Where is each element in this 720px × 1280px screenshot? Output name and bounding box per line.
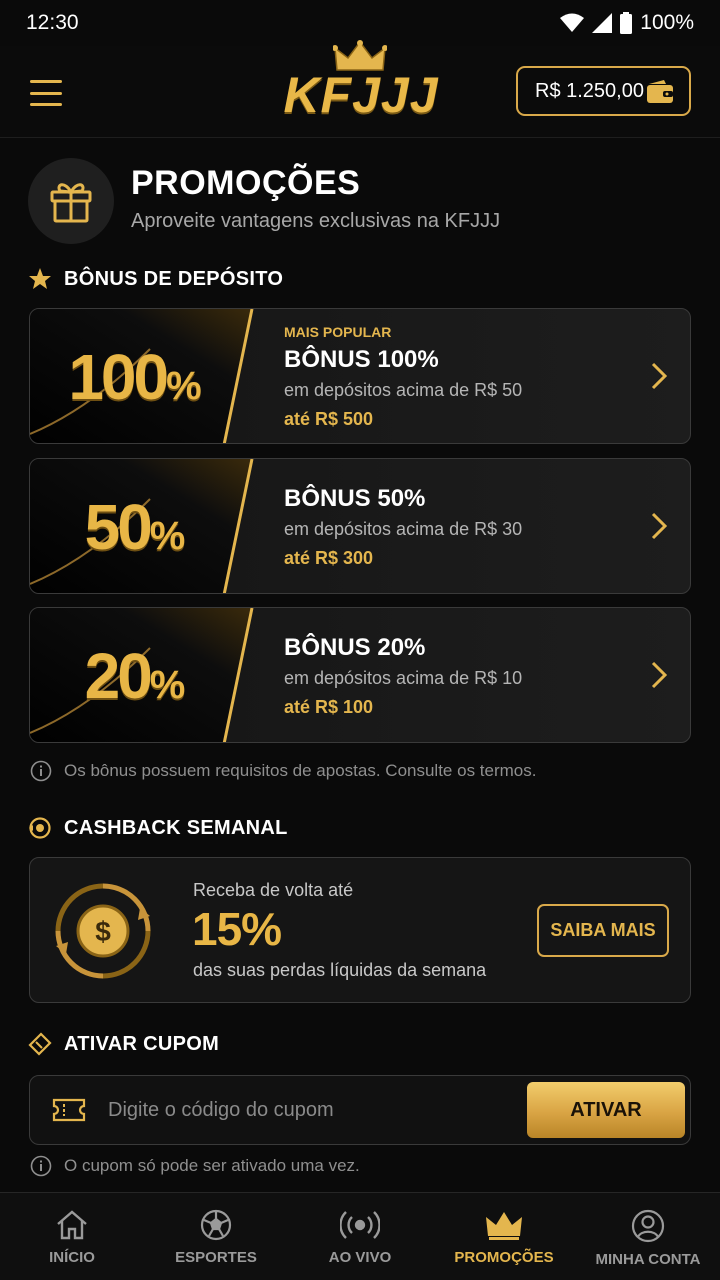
page-title: PROMOÇÕES xyxy=(131,164,361,202)
nav-label: INÍCIO xyxy=(49,1249,95,1266)
star-icon xyxy=(29,268,51,289)
user-icon xyxy=(631,1209,665,1243)
bonus-card-20[interactable]: 20% BÔNUS 20% em depósitos acima de R$ 1… xyxy=(29,607,691,743)
crown-icon xyxy=(486,1212,522,1240)
coupon-input[interactable] xyxy=(108,1086,518,1134)
cashback-icon xyxy=(29,817,51,839)
battery-level: 100% xyxy=(640,11,694,34)
signal-icon xyxy=(592,13,613,33)
chevron-right-icon xyxy=(651,661,668,689)
bonus-card-50[interactable]: 50% BÔNUS 50% em depósitos acima de R$ 3… xyxy=(29,458,691,594)
cashback-section-title: CASHBACK SEMANAL xyxy=(28,816,288,840)
cashback-percent: 15% xyxy=(192,903,282,955)
page-subtitle: Aproveite vantagens exclusivas na KFJJJ xyxy=(131,210,501,232)
cashback-coin-icon: $ xyxy=(55,883,151,979)
bonus-name: BÔNUS 20% xyxy=(284,634,426,661)
menu-bar xyxy=(30,91,62,95)
nav-label: PROMOÇÕES xyxy=(454,1249,554,1266)
bonus-max: até R$ 300 xyxy=(284,548,374,568)
bonus-card-100[interactable]: 100% MAIS POPULAR BÔNUS 100% em depósito… xyxy=(29,308,691,444)
nav-item-minha-conta[interactable]: MINHA CONTA xyxy=(576,1193,720,1280)
bonus-info: BÔNUS 50% em depósitos acima de R$ 30 at… xyxy=(284,459,523,593)
bonus-percent: 100% xyxy=(68,341,202,413)
ticket-icon xyxy=(28,1032,52,1056)
menu-bar xyxy=(30,80,62,83)
chevron-right-icon xyxy=(651,512,668,540)
bonus-name: BÔNUS 50% xyxy=(284,485,426,512)
gift-badge xyxy=(28,158,114,244)
status-time: 12:30 xyxy=(26,11,79,34)
nav-item-promocoes[interactable]: PROMOÇÕES xyxy=(432,1193,576,1280)
cashback-intro: Receba de volta até xyxy=(193,880,354,900)
bonus-desc: em depósitos acima de R$ 30 xyxy=(284,519,523,539)
wallet-balance-button[interactable]: R$ 1.250,00 xyxy=(516,66,691,116)
cashback-card: $ Receba de volta até 15% das suas perda… xyxy=(29,857,691,1003)
balance-amount: R$ 1.250,00 xyxy=(535,79,644,102)
section-title-text: BÔNUS DE DEPÓSITO xyxy=(64,267,284,290)
nav-label: MINHA CONTA xyxy=(595,1251,701,1268)
section-title-text: ATIVAR CUPOM xyxy=(64,1032,220,1055)
bottom-nav: INÍCIO ESPORTES AO VIVO PROMOÇÕES MINHA … xyxy=(0,1192,720,1280)
gift-icon xyxy=(50,183,92,223)
bonus-info: BÔNUS 20% em depósitos acima de R$ 10 at… xyxy=(284,608,523,742)
battery-icon xyxy=(620,12,633,34)
page-header: PROMOÇÕES Aproveite vantagens exclusivas… xyxy=(28,158,698,244)
wifi-icon xyxy=(560,13,585,32)
popular-tag: MAIS POPULAR xyxy=(284,324,392,340)
app-header: KFJJJ R$ 1.250,00 xyxy=(0,40,720,138)
coupon-note: O cupom só pode ser ativado uma vez. xyxy=(30,1155,360,1177)
bonus-max: até R$ 100 xyxy=(284,697,374,717)
bonus-desc: em depósitos acima de R$ 10 xyxy=(284,668,523,688)
logo-text: KFJJJ xyxy=(283,67,439,123)
nav-label: AO VIVO xyxy=(328,1249,392,1266)
note-text: O cupom só pode ser ativado uma vez. xyxy=(64,1156,360,1175)
bonus-percent: 50% xyxy=(84,491,186,563)
bonus-info: MAIS POPULAR BÔNUS 100% em depósitos aci… xyxy=(284,309,523,443)
coupon-ticket-icon xyxy=(52,1098,86,1122)
menu-button[interactable] xyxy=(30,80,62,106)
coupon-section-title: ATIVAR CUPOM xyxy=(28,1032,219,1056)
bonus-desc: em depósitos acima de R$ 50 xyxy=(284,380,523,400)
status-icons: 100% xyxy=(560,11,694,35)
coupon-box: ATIVAR xyxy=(29,1075,691,1145)
info-icon xyxy=(30,1155,52,1177)
info-icon xyxy=(30,760,52,782)
soccer-ball-icon xyxy=(200,1209,232,1241)
bonus-terms-note: Os bônus possuem requisitos de apostas. … xyxy=(30,760,536,782)
bonus-percent: 20% xyxy=(84,640,186,712)
cashback-desc: das suas perdas líquidas da semana xyxy=(193,960,487,980)
chevron-right-icon xyxy=(651,362,668,390)
live-broadcast-icon xyxy=(340,1211,380,1239)
nav-item-inicio[interactable]: INÍCIO xyxy=(0,1193,144,1280)
ativar-button[interactable]: ATIVAR xyxy=(527,1082,685,1138)
deposit-section-title: BÔNUS DE DEPÓSITO xyxy=(28,267,283,291)
bonus-max: até R$ 500 xyxy=(284,409,374,429)
section-title-text: CASHBACK SEMANAL xyxy=(64,816,288,839)
note-text: Os bônus possuem requisitos de apostas. … xyxy=(64,761,537,780)
nav-label: ESPORTES xyxy=(175,1249,257,1266)
wallet-icon xyxy=(647,80,673,103)
bonus-name: BÔNUS 100% xyxy=(284,346,439,373)
menu-bar xyxy=(30,103,62,106)
nav-item-esportes[interactable]: ESPORTES xyxy=(144,1193,288,1280)
svg-text:$: $ xyxy=(95,916,111,947)
logo[interactable]: KFJJJ xyxy=(258,40,464,138)
nav-item-ao-vivo[interactable]: AO VIVO xyxy=(288,1193,432,1280)
saiba-mais-button[interactable]: SAIBA MAIS xyxy=(537,904,669,957)
home-icon xyxy=(57,1210,87,1240)
